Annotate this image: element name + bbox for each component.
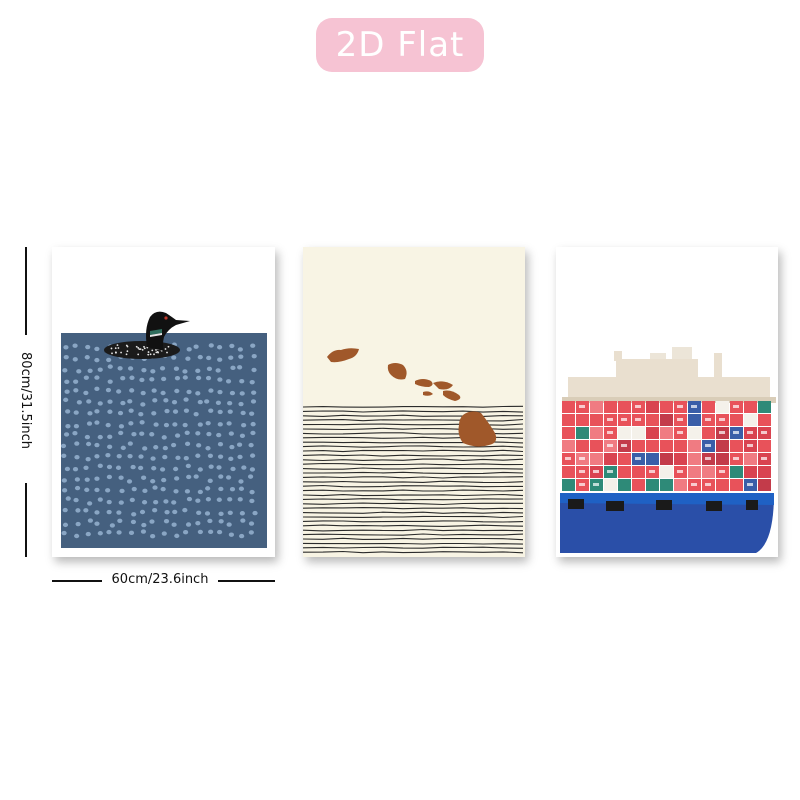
height-dimension: 80cm/31.5inch — [7, 340, 43, 460]
height-dimension-label: 80cm/31.5inch — [17, 351, 33, 449]
islands-artwork — [303, 247, 525, 557]
height-dimension-line-top — [25, 247, 27, 335]
dotted-water — [61, 333, 267, 548]
ship-artwork — [556, 247, 778, 557]
ship-hull-icon — [560, 493, 774, 553]
style-badge: 2D Flat — [316, 18, 484, 72]
poster-container-ship — [556, 247, 778, 557]
height-dimension-line-bottom — [25, 483, 27, 557]
width-dimension-label: 60cm/23.6inch — [111, 572, 209, 587]
width-dimension-line-right — [218, 580, 275, 582]
style-badge-label: 2D Flat — [335, 25, 465, 65]
poster-islands — [303, 247, 525, 557]
loon-artwork — [52, 247, 275, 557]
poster-loon — [52, 247, 275, 557]
width-dimension-line-left — [52, 580, 102, 582]
